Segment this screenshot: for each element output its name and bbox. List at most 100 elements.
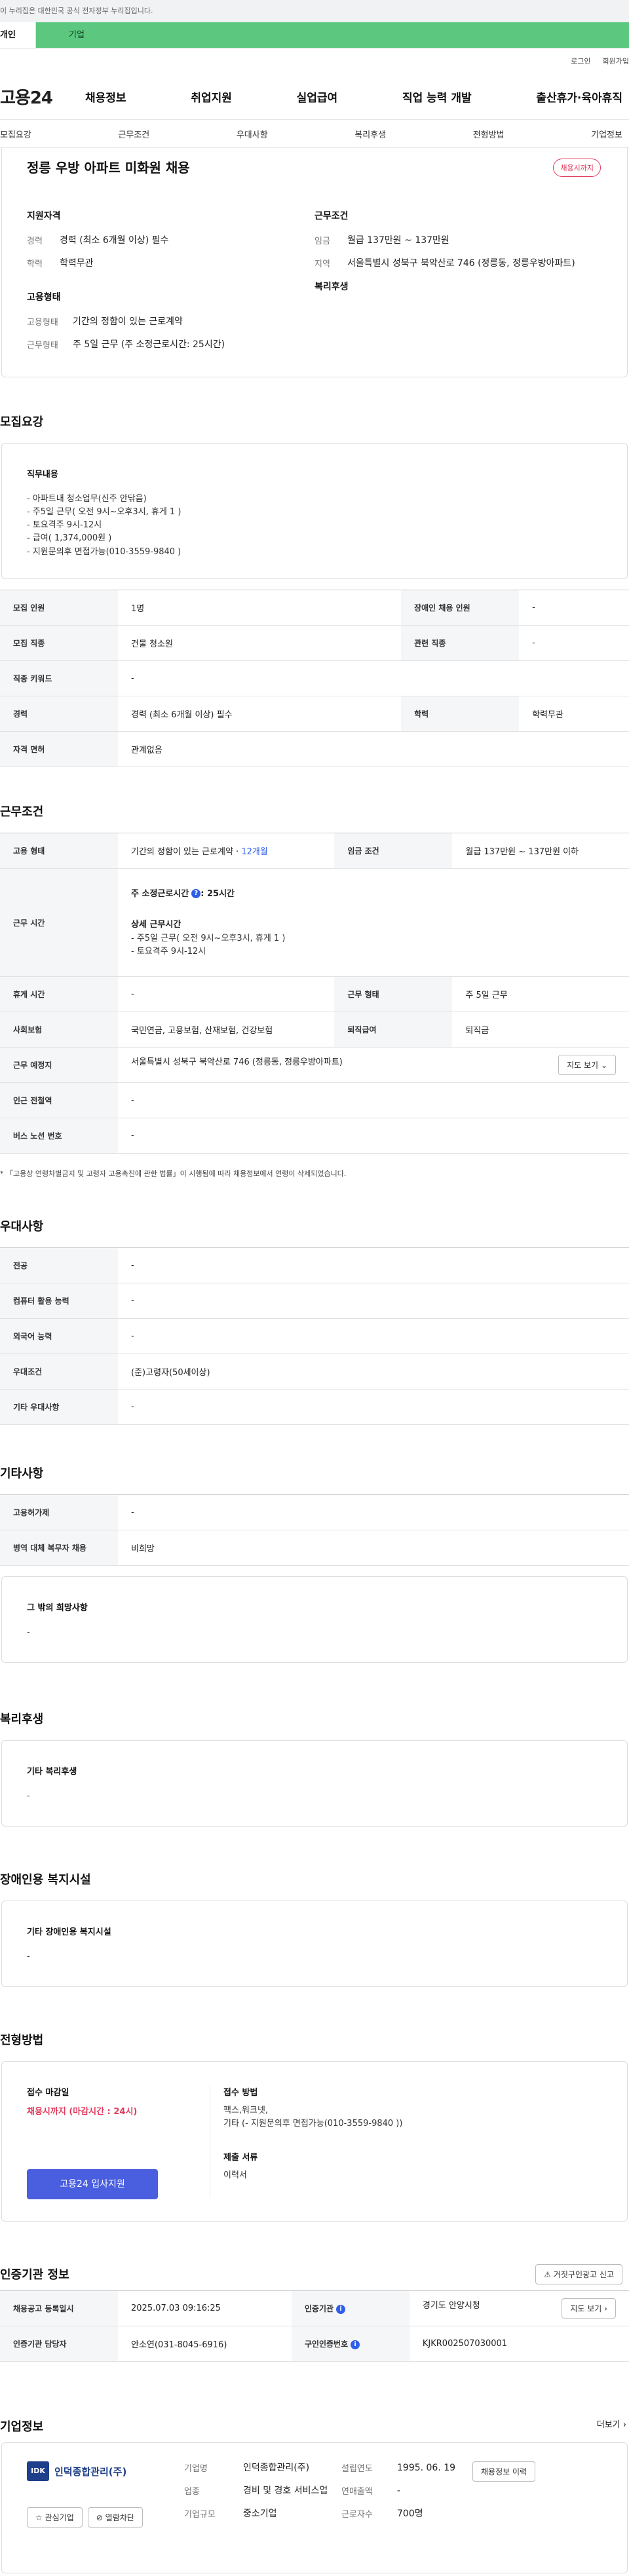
agency-map-button[interactable]: 지도 보기 › — [562, 2298, 616, 2319]
facility-section-title: 장애인용 복지시설 — [0, 1873, 91, 1887]
deadline-badge: 채용시까지 — [553, 159, 601, 177]
chevron-right-icon: › — [604, 2304, 607, 2313]
founded-label: 설립연도 — [341, 2464, 373, 2474]
company-logo-mark: IDK — [27, 2461, 49, 2481]
interest-company-button[interactable]: ☆ 관심기업 — [27, 2507, 83, 2528]
language-label: 외국어 능력 — [0, 1318, 118, 1354]
login-link[interactable]: 로그인 — [571, 56, 590, 66]
gnb-item-employment-support[interactable]: 취업지원 — [191, 88, 232, 105]
reg-date-label: 채용공고 등록일시 — [0, 2290, 118, 2326]
job-title: 정릉 우방 아파트 미화원 채용 — [27, 160, 190, 176]
job-type-value: 건물 청소원 — [118, 625, 402, 661]
gov-notice: 이 누리집은 대한민국 공식 전자정부 누리집입니다. — [0, 0, 629, 22]
gnb-item-training[interactable]: 직업 능력 개발 — [402, 88, 472, 105]
gnb-item-unemployment[interactable]: 실업급여 — [297, 88, 338, 105]
anchor-company[interactable]: 기업정보 — [591, 128, 622, 140]
education-label: 학력 — [401, 696, 520, 732]
anchor-conditions[interactable]: 근무조건 — [118, 128, 149, 140]
hours-label: 근무 시간 — [0, 868, 118, 977]
weekly-hours-value: : 25시간 — [200, 888, 235, 899]
agency-manager-value: 안소연(031-8045-6916) — [118, 2326, 292, 2362]
career-value: 경력 (최소 6개월 이상) 필수 — [118, 696, 402, 732]
job-type-label: 모집 직종 — [0, 625, 118, 661]
anchor-recruit[interactable]: 모집요강 — [0, 128, 31, 140]
employment-heading: 고용형태 — [27, 292, 61, 303]
bus-value: - — [118, 1118, 629, 1154]
employees-label: 근로자수 — [341, 2510, 373, 2520]
military-value: 비희망 — [118, 1530, 629, 1566]
wage-value: 월급 137만원 ~ 137만원 — [347, 235, 449, 246]
related-job-label: 관련 직종 — [401, 625, 520, 661]
map-button[interactable]: 지도 보기 ⌄ — [558, 1055, 616, 1075]
tab-personal[interactable]: 개인 — [0, 22, 36, 48]
company-logo: IDK 인덕종합관리(주) — [27, 2461, 184, 2481]
bus-label: 버스 노선 번호 — [0, 1118, 118, 1154]
severance-label: 퇴직급여 — [334, 1012, 453, 1048]
facility-value: - — [27, 1952, 30, 1961]
welfare-heading: 복리후생 — [314, 282, 349, 292]
employees-value: 700명 — [397, 2509, 423, 2519]
alert-icon: ⚠ — [544, 2270, 552, 2279]
founded-value: 1995. 06. 19 — [397, 2463, 456, 2473]
work-form-label: 근무 형태 — [334, 976, 453, 1012]
recruit-section-title: 모집요강 — [0, 415, 44, 429]
disabled-hire-value: - — [519, 590, 629, 626]
related-job-value: - — [519, 625, 629, 661]
anchor-selection[interactable]: 전형방법 — [473, 128, 505, 140]
region-value: 서울특별시 성북구 북악산로 746 (정릉동, 정릉우방아파트) — [347, 258, 575, 269]
other-section-title: 기타사항 — [0, 1467, 44, 1481]
company-logo-name: 인덕종합관리(주) — [54, 2465, 127, 2478]
info-icon[interactable]: ? — [191, 889, 201, 899]
other-wish-value: - — [27, 1627, 30, 1637]
duty-line: - 지원문의후 면접가능(010-3559-9840 ) — [27, 546, 181, 557]
signup-link[interactable]: 회원가입 — [603, 56, 629, 66]
selection-section-title: 전형방법 — [0, 2034, 44, 2047]
apply-button[interactable]: 고용24 입사지원 — [27, 2169, 158, 2199]
computer-label: 컴퓨터 활용 능력 — [0, 1283, 118, 1319]
site-logo[interactable]: 고용24 — [0, 85, 85, 109]
education-label: 학력 — [27, 259, 43, 269]
tab-company[interactable]: 기업 — [36, 22, 629, 48]
anchor-welfare[interactable]: 복리후생 — [354, 128, 386, 140]
preference-label: 우대조건 — [0, 1354, 118, 1390]
info-icon[interactable]: i — [351, 2339, 360, 2349]
audience-tabs: 개인 기업 — [0, 22, 629, 48]
education-value: 학력무관 — [519, 696, 629, 732]
job-summary-card: 정릉 우방 아파트 미화원 채용 채용시까지 지원자격 경력 경력 (최소 6개월… — [1, 148, 628, 377]
conditions-heading: 근무조건 — [314, 211, 349, 221]
anchor-preferences[interactable]: 우대사항 — [237, 128, 268, 140]
duty-heading: 직무내용 — [27, 470, 58, 480]
emp-type-label: 고용형태 — [27, 318, 58, 328]
computer-value: - — [118, 1283, 629, 1319]
career-label: 경력 — [0, 696, 118, 732]
keyword-value: - — [118, 660, 629, 696]
major-value: - — [118, 1247, 629, 1283]
work-form-value: 주 5일 근무 (주 소정근로시간: 25시간) — [73, 339, 225, 350]
star-icon: ☆ — [35, 2513, 43, 2522]
insurance-value: 국민연금, 고용보험, 산재보험, 건강보험 — [118, 1012, 335, 1048]
section-anchor-nav: 모집요강 근무조건 우대사항 복리후생 전형방법 기업정보 — [0, 119, 629, 148]
wage-label: 임금 조건 — [334, 833, 453, 869]
emp-type-value: 기간의 정함이 있는 근로계약 — [73, 316, 183, 327]
qualification-heading: 지원자격 — [27, 211, 61, 221]
contract-months: 12개월 — [241, 847, 268, 857]
industry-value: 경비 및 경호 서비스업 — [243, 2486, 328, 2496]
gnb-item-jobs[interactable]: 채용정보 — [85, 88, 126, 105]
gnb-item-leave[interactable]: 출산휴가·육아휴직 — [536, 88, 622, 105]
agency-value: 경기도 안양시청 지도 보기 › — [409, 2290, 629, 2326]
chevron-right-icon: › — [622, 2420, 626, 2430]
break-value: - — [118, 976, 335, 1012]
region-label: 지역 — [314, 259, 330, 269]
agency-label: 인증기관 i — [291, 2290, 410, 2326]
block-company-button[interactable]: ⊘ 열람차단 — [87, 2507, 143, 2528]
false-ad-report-button[interactable]: ⚠ 거짓구인광고 신고 — [535, 2264, 622, 2284]
cert-number-value: KJKR002507030001 — [409, 2326, 629, 2362]
job-history-button[interactable]: 채용정보 이력 — [472, 2461, 536, 2482]
docs-heading: 제출 서류 — [223, 2153, 258, 2163]
method-line: 기타 (- 지원문의후 면접가능(010-3559-9840 )) — [223, 2119, 403, 2129]
gnb-menu: 채용정보 취업지원 실업급여 직업 능력 개발 출산휴가·육아휴직 — [85, 88, 629, 105]
license-value: 관계없음 — [118, 731, 629, 767]
info-icon[interactable]: i — [336, 2304, 346, 2314]
pref-section-title: 우대사항 — [0, 1220, 44, 1234]
company-more-link[interactable]: 더보기 › — [597, 2417, 626, 2430]
